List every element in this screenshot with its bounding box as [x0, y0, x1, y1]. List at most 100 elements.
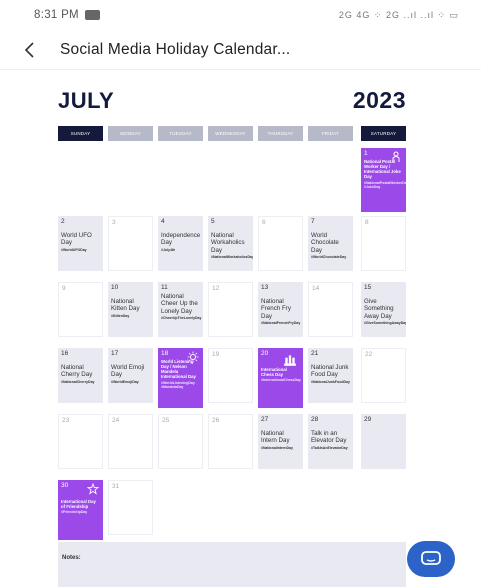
holiday-hashtag: #KittenDay [111, 313, 130, 318]
day-cell: 19 [208, 348, 253, 403]
holiday-hashtag: #NationalJunkFoodDay [311, 379, 350, 384]
holiday-title: Talk in an Elevator Day [311, 430, 347, 445]
chess-icon [284, 355, 296, 366]
holiday-hashtag: #TalkInAnElevatorDay [311, 445, 348, 450]
holiday-hashtag: #NationalInternDay [261, 445, 293, 450]
postal-worker-icon [392, 151, 400, 162]
day-number: 24 [112, 417, 120, 424]
chevron-left-icon [24, 41, 34, 58]
day-cell: 24 [108, 414, 153, 469]
day-number: 11 [161, 284, 168, 291]
day-cell: 28 Talk in an Elevator Day #TalkInAnElev… [308, 414, 353, 469]
day-number: 10 [111, 284, 119, 291]
status-bar: 8:31 PM 2G 4G ⁘ 2G ..ıl ..ıl ⁘ ▭ [0, 0, 481, 30]
status-left: 8:31 PM [34, 9, 100, 21]
day-cell: 8 [361, 216, 406, 271]
back-button[interactable] [0, 30, 60, 70]
day-cell: 15 Give Something Away Day #GiveSomethin… [361, 282, 406, 337]
weekday-tuesday: TUESDAY [158, 126, 203, 141]
day-cell: 10 National Kitten Day #KittenDay [108, 282, 153, 337]
day-cell: 27 National Intern Day #NationalInternDa… [258, 414, 303, 469]
holiday-title: International Chess Day [261, 367, 287, 378]
holiday-title: National Cherry Day [61, 364, 93, 379]
day-cell: 11 National Cheer Up the Lonely Day #Che… [158, 282, 203, 337]
day-number: 2 [61, 218, 65, 225]
holiday-title: Independence Day [161, 232, 201, 247]
day-cell: 9 [58, 282, 103, 337]
day-number: 17 [111, 350, 119, 357]
holiday-title: World Emoji Day [111, 364, 145, 379]
weekday-sunday: SUNDAY [58, 126, 103, 141]
day-cell: 6 [258, 216, 303, 271]
holiday-title: National Workaholics Day [211, 232, 245, 254]
friendship-star-icon [87, 483, 99, 495]
day-number: 28 [311, 416, 319, 423]
day-cell: 25 [158, 414, 203, 469]
weekday-thursday: THURSDAY [258, 126, 303, 141]
holiday-hashtag: #NationalFrenchFryDay [261, 321, 301, 326]
day-number: 21 [311, 350, 319, 357]
notification-icon [84, 10, 100, 20]
day-cell: 7 World Chocolate Day #WorldChocolateDay [308, 216, 353, 271]
day-number: 5 [211, 218, 215, 225]
weekday-monday: MONDAY [108, 126, 153, 141]
calendar-image: JULY 2023 SUNDAY MONDAY TUESDAY WEDNESDA… [58, 84, 406, 540]
day-number: 27 [261, 416, 269, 423]
holiday-title: National Kitten Day [111, 298, 140, 313]
day-number: 8 [365, 219, 369, 226]
holiday-title: World Chocolate Day [311, 232, 339, 254]
holiday-title: International Day of Friendship [61, 499, 96, 510]
day-cell: 31 [108, 480, 153, 535]
day-number: 22 [365, 351, 373, 358]
listening-icon [187, 351, 199, 363]
holiday-title: National Cheer Up the Lonely Day [161, 293, 198, 315]
day-cell: 16 National Cherry Day #NationalCherryDa… [58, 348, 103, 403]
day-number: 6 [262, 219, 266, 226]
day-cell: 20 International Chess Day #Internationa… [258, 348, 303, 408]
day-cell: 5 National Workaholics Day #NationalWork… [208, 216, 253, 271]
day-cell: 23 [58, 414, 103, 469]
day-cell: 17 World Emoji Day #WorldEmojiDay [108, 348, 153, 403]
holiday-hashtag: #WorldListeningDay #MandelaDay [161, 380, 195, 389]
app-bar: Social Media Holiday Calendar... [0, 30, 481, 70]
day-cell: 26 [208, 414, 253, 469]
notes-section: Notes: [58, 542, 406, 587]
day-cell: 18 World Listening Day / Nelson Mandela … [158, 348, 203, 408]
day-cell: 1 National Postal Worker Day / Internati… [361, 148, 406, 212]
holiday-hashtag: #WorldUFODay [61, 247, 87, 252]
day-cell: 13 National French Fry Day #NationalFren… [258, 282, 303, 337]
weekday-row: SUNDAY MONDAY TUESDAY WEDNESDAY THURSDAY… [58, 126, 406, 142]
day-number: 4 [161, 218, 165, 225]
day-number: 13 [261, 284, 269, 291]
notes-label: Notes: [62, 555, 81, 561]
day-number: 26 [212, 417, 220, 424]
status-icons: 2G 4G ⁘ 2G ..ıl ..ıl ⁘ ▭ [338, 9, 459, 20]
day-cell: 14 [308, 282, 353, 337]
holiday-title: Give Something Away Day [364, 298, 394, 320]
day-number: 16 [61, 350, 69, 357]
holiday-title: National Intern Day [261, 430, 290, 445]
holiday-title: National French Fry Day [261, 298, 291, 320]
day-number: 12 [212, 285, 220, 292]
day-cell: 29 [361, 414, 406, 469]
day-cell: 22 [361, 348, 406, 403]
day-cell: 2 World UFO Day #WorldUFODay [58, 216, 103, 271]
day-number: 31 [112, 483, 120, 490]
page-title: Social Media Holiday Calendar... [60, 40, 291, 58]
holiday-title: National Junk Food Day [311, 364, 349, 379]
chat-button[interactable] [407, 541, 455, 577]
day-cell: 30 International Day of Friendship #Frie… [58, 480, 103, 540]
holiday-hashtag: #FriendshipDay [61, 510, 88, 515]
calendar-header: JULY 2023 [58, 84, 406, 114]
weekday-saturday: SATURDAY [361, 126, 406, 141]
day-number: 29 [364, 416, 372, 423]
day-number: 15 [364, 284, 372, 291]
holiday-hashtag: #InternationalChessDay [261, 378, 301, 383]
day-number: 25 [162, 417, 170, 424]
holiday-hashtag: #NationalCherryDay [61, 379, 95, 384]
day-number: 7 [311, 218, 315, 225]
day-number: 14 [312, 285, 320, 292]
weekday-wednesday: WEDNESDAY [208, 126, 253, 141]
month-label: JULY [58, 88, 115, 113]
holiday-title: World UFO Day [61, 232, 92, 247]
